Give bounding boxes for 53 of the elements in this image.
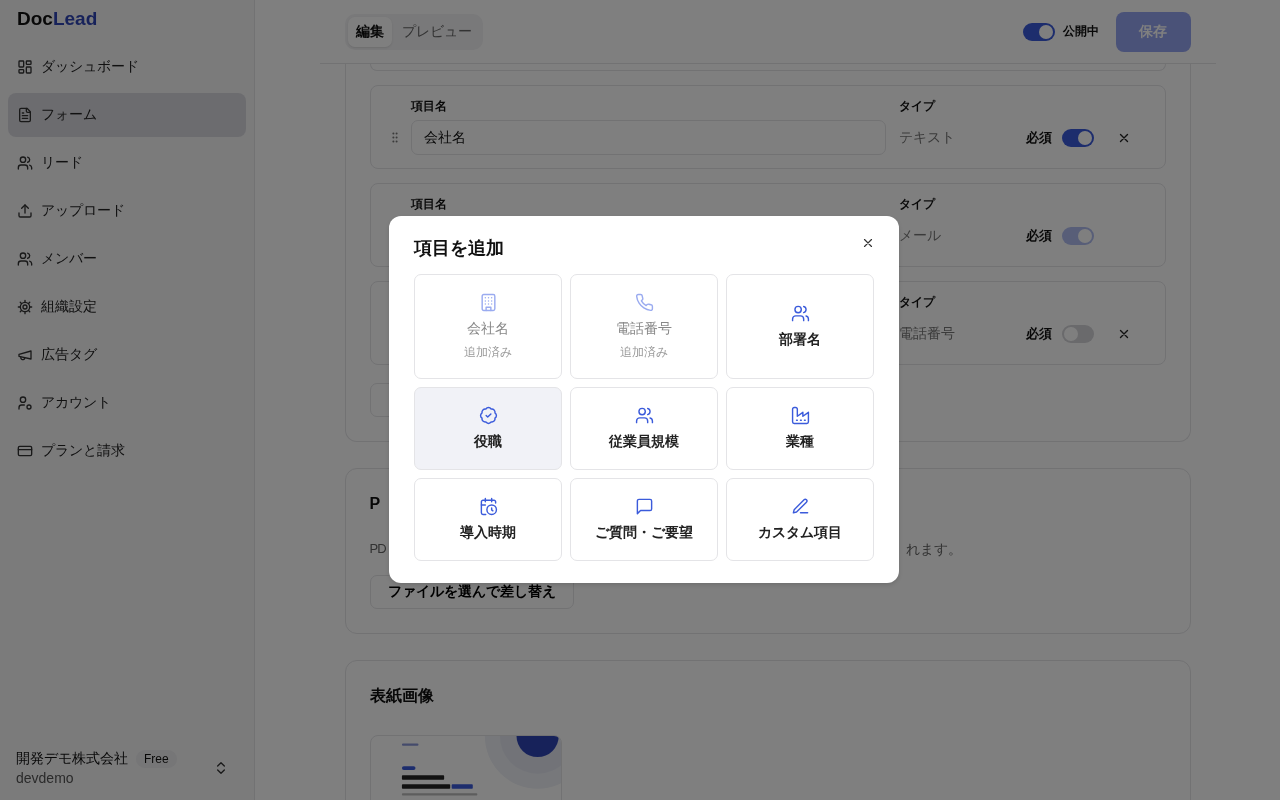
field-option[interactable]: 業種	[726, 387, 874, 470]
field-option[interactable]: 会社名 追加済み	[414, 274, 562, 379]
sidebar-item[interactable]: メンバー	[8, 237, 246, 281]
description-text: PD	[369, 541, 386, 558]
option-label: 業種	[786, 432, 814, 451]
description-text: れます。	[905, 541, 962, 559]
required-label: 必須	[1025, 324, 1052, 343]
field-label: タイプ	[898, 98, 937, 114]
option-note: 追加済み	[620, 344, 668, 360]
sidebar-item[interactable]: 組織設定	[8, 285, 246, 329]
field-option[interactable]: 役職	[414, 387, 562, 470]
option-note: 追加済み	[464, 344, 512, 360]
field-option[interactable]: カスタム項目	[726, 478, 874, 561]
required-label: 必須	[1025, 226, 1052, 245]
field-label: タイプ	[898, 196, 937, 212]
field-label: タイプ	[898, 294, 937, 310]
tab[interactable]: 編集	[347, 16, 392, 47]
option-label: 従業員規模	[609, 432, 679, 451]
card-title: 表紙画像	[369, 686, 434, 706]
field-option[interactable]: ご質問・ご要望	[570, 478, 718, 561]
field-type: メール	[898, 226, 942, 245]
field-type: テキスト	[898, 128, 956, 147]
sidebar-item[interactable]: プランと請求	[8, 429, 246, 473]
field-option[interactable]: 部署名	[726, 274, 874, 379]
sidebar-item[interactable]: アップロード	[8, 189, 246, 233]
dialog-title: 項目を追加	[414, 237, 504, 260]
tab[interactable]: プレビュー	[393, 16, 480, 47]
sidebar-item[interactable]: ダッシュボード	[8, 45, 246, 89]
organization-name: 開発デモ株式会社	[16, 750, 128, 768]
option-label: 導入時期	[460, 523, 516, 542]
field-option[interactable]: 電話番号 追加済み	[570, 274, 718, 379]
option-label: 会社名	[467, 319, 509, 338]
field-option[interactable]: 導入時期	[414, 478, 562, 561]
option-label: 部署名	[779, 330, 821, 349]
option-label: 電話番号	[616, 319, 672, 338]
required-label: 必須	[1025, 128, 1052, 147]
organization-slug: devdemo	[16, 770, 75, 786]
sidebar-item[interactable]: リード	[8, 141, 246, 185]
field-label: 項目名	[410, 99, 447, 113]
input-field[interactable]: 会社名	[410, 120, 886, 155]
sidebar-item[interactable]: 広告タグ	[8, 333, 246, 377]
card-title: P	[369, 494, 381, 514]
option-label: カスタム項目	[758, 523, 842, 542]
field-type: 電話番号	[898, 324, 956, 343]
field-label: 項目名	[410, 197, 447, 211]
option-label: ご質問・ご要望	[595, 523, 693, 542]
option-label: 役職	[474, 432, 502, 451]
sidebar-item[interactable]: フォーム	[8, 93, 246, 137]
sidebar-item[interactable]: アカウント	[8, 381, 246, 425]
plan-badge: Free	[136, 750, 177, 768]
logo: DocLead	[16, 8, 98, 30]
toggle-label: 公開中	[1062, 23, 1099, 40]
field-option[interactable]: 従業員規模	[570, 387, 718, 470]
